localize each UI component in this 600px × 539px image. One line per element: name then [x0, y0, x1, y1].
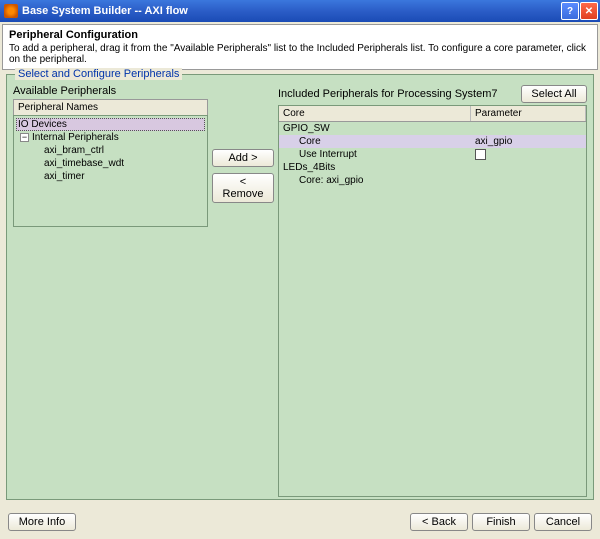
available-label: Available Peripherals	[13, 85, 208, 97]
core-line: Core: axi_gpio	[279, 174, 471, 187]
tree-item-axi-bram-ctrl[interactable]: axi_bram_ctrl	[16, 144, 205, 157]
included-row-leds-core[interactable]: Core: axi_gpio	[279, 174, 586, 187]
included-peripherals-panel: Included Peripherals for Processing Syst…	[278, 85, 587, 497]
finish-button[interactable]: Finish	[472, 513, 530, 531]
use-interrupt-checkbox[interactable]	[475, 149, 486, 160]
column-header-parameter[interactable]: Parameter	[471, 106, 586, 121]
peripheral-name: GPIO_SW	[279, 122, 471, 135]
available-peripherals-panel: Available Peripherals Peripheral Names I…	[13, 85, 208, 497]
included-table-header: Core Parameter	[279, 106, 586, 122]
included-row-gpio-sw[interactable]: GPIO_SW	[279, 122, 586, 135]
included-row-leds[interactable]: LEDs_4Bits	[279, 161, 586, 174]
interrupt-label: Use Interrupt	[279, 148, 471, 161]
included-table-body: GPIO_SW Core axi_gpio Use Interrupt	[279, 122, 586, 496]
titlebar: Base System Builder -- AXI flow ? ✕	[0, 0, 600, 22]
column-header-core[interactable]: Core	[279, 106, 471, 121]
available-empty-space	[13, 227, 208, 497]
add-button[interactable]: Add >	[212, 149, 274, 167]
remove-button[interactable]: < Remove	[212, 173, 274, 203]
close-button[interactable]: ✕	[580, 2, 598, 20]
help-button[interactable]: ?	[561, 2, 579, 20]
tree-item-label: axi_timer	[44, 171, 85, 182]
included-row-gpio-sw-interrupt[interactable]: Use Interrupt	[279, 148, 586, 161]
core-value: axi_gpio	[471, 135, 586, 148]
transfer-buttons: Add > < Remove	[212, 85, 274, 497]
config-header-title: Peripheral Configuration	[9, 29, 591, 41]
bottom-bar: More Info < Back Finish Cancel	[0, 509, 600, 535]
app-icon	[4, 4, 18, 18]
tree-item-label: IO Devices	[18, 119, 67, 130]
core-label: Core	[279, 135, 471, 148]
window-title: Base System Builder -- AXI flow	[22, 5, 561, 17]
tree-item-io-devices[interactable]: IO Devices	[16, 118, 205, 131]
config-header-description: To add a peripheral, drag it from the "A…	[9, 43, 591, 65]
fieldset-legend: Select and Configure Peripherals	[15, 68, 182, 80]
back-button[interactable]: < Back	[410, 513, 468, 531]
select-all-button[interactable]: Select All	[521, 85, 587, 103]
config-header: Peripheral Configuration To add a periph…	[2, 24, 598, 70]
peripherals-fieldset: Select and Configure Peripherals Availab…	[6, 74, 594, 500]
tree-item-axi-timer[interactable]: axi_timer	[16, 170, 205, 183]
peripheral-name: LEDs_4Bits	[279, 161, 471, 174]
tree-item-internal-peripherals[interactable]: −Internal Peripherals	[16, 131, 205, 144]
tree-item-label: axi_bram_ctrl	[44, 145, 104, 156]
tree-item-label: axi_timebase_wdt	[44, 158, 124, 169]
included-label: Included Peripherals for Processing Syst…	[278, 88, 498, 100]
more-info-button[interactable]: More Info	[8, 513, 76, 531]
tree-item-axi-timebase-wdt[interactable]: axi_timebase_wdt	[16, 157, 205, 170]
tree-item-label: Internal Peripherals	[32, 132, 119, 143]
included-row-gpio-sw-core[interactable]: Core axi_gpio	[279, 135, 586, 148]
peripheral-names-header[interactable]: Peripheral Names	[13, 99, 208, 115]
included-table: Core Parameter GPIO_SW Core axi_gpio	[278, 105, 587, 497]
collapse-icon[interactable]: −	[20, 133, 29, 142]
cancel-button[interactable]: Cancel	[534, 513, 592, 531]
available-peripherals-tree[interactable]: IO Devices −Internal Peripherals axi_bra…	[13, 115, 208, 227]
